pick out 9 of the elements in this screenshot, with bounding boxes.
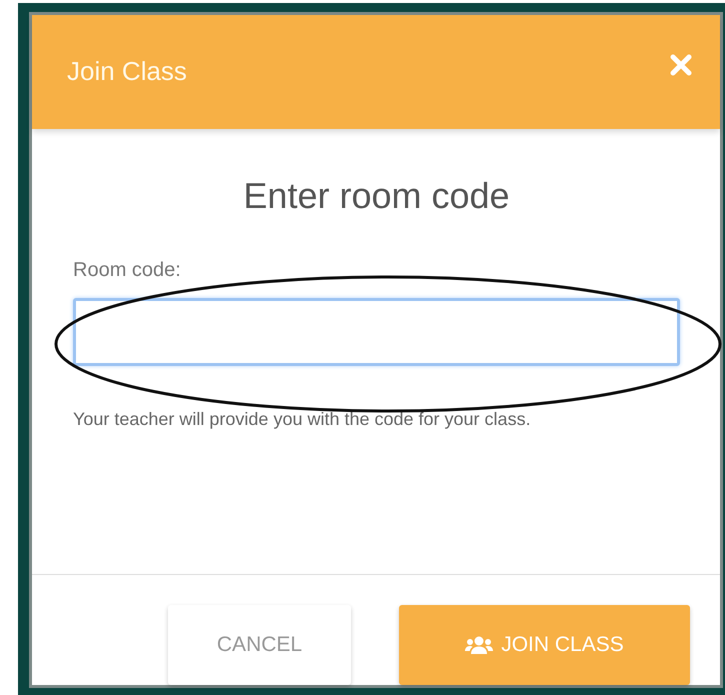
- dialog-title: Join Class: [67, 56, 187, 87]
- join-class-button[interactable]: JOIN CLASS: [399, 605, 690, 685]
- users-icon: [465, 636, 494, 654]
- cancel-button[interactable]: CANCEL: [168, 605, 351, 685]
- dialog-heading: Enter room code: [243, 175, 510, 218]
- field-label: Room code:: [73, 259, 181, 282]
- close-icon[interactable]: [670, 54, 692, 76]
- room-code-field[interactable]: [73, 298, 680, 366]
- hint-text: Your teacher will provide you with the code for your class.: [73, 409, 531, 430]
